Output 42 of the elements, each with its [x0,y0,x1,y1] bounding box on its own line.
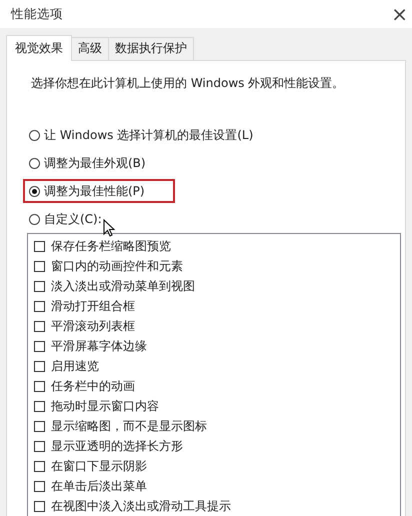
tab[interactable]: 视觉效果 [6,35,72,61]
checkbox[interactable] [34,260,45,272]
checkbox-label: 显示亚透明的选择长方形 [51,438,183,454]
checkbox[interactable] [34,400,45,412]
checkbox-label: 淡入淡出或滑动菜单到视图 [51,278,195,294]
radio-button[interactable] [29,158,40,168]
checkbox-label: 在窗口下显示阴影 [51,458,147,474]
checkbox-label: 显示缩略图，而不是显示图标 [51,418,207,434]
checkbox[interactable] [34,480,45,492]
checkbox[interactable] [34,360,45,372]
description-text: 选择你想在此计算机上使用的 Windows 外观和性能设置。 [31,75,346,92]
checkbox[interactable] [34,340,45,352]
checkbox-label: 滑动打开组合框 [51,298,135,314]
radio-button[interactable] [29,214,40,224]
checkbox-label: 在视图中淡入淡出或滑动工具提示 [51,498,231,514]
checkbox-label: 窗口内的动画控件和元素 [51,258,183,274]
radio-label: 调整为最佳外观(B) [44,154,146,172]
checkbox[interactable] [34,380,45,392]
window-title: 性能选项 [11,6,63,22]
radio-label: 让 Windows 选择计算机的最佳设置(L) [44,126,254,144]
checkbox[interactable] [34,240,45,252]
radio-button[interactable] [29,186,40,196]
checkbox-label: 启用速览 [51,358,99,374]
checkbox-label: 拖动时显示窗口内容 [51,398,159,414]
checkbox[interactable] [34,280,45,292]
radio-button[interactable] [29,130,40,140]
close-button[interactable]: × [387,2,412,26]
mouse-pointer-icon [103,219,115,238]
radio-label: 调整为最佳性能(P) [44,182,145,200]
checkbox[interactable] [34,500,45,512]
checkbox[interactable] [34,440,45,452]
checkbox[interactable] [34,420,45,432]
tab[interactable]: 数据执行保护 [108,37,194,60]
checkbox-label: 任务栏中的动画 [51,378,135,394]
checkbox-label: 平滑屏幕字体边缘 [51,338,147,354]
checkbox[interactable] [34,320,45,332]
checkbox-label: 在单击后淡出菜单 [51,478,147,494]
checkbox-label: 保存任务栏缩略图预览 [51,238,171,254]
radio-label: 自定义(C): [44,210,102,228]
checkbox[interactable] [34,300,45,312]
checkbox-label: 平滑滚动列表框 [51,318,135,334]
checkbox[interactable] [34,460,45,472]
